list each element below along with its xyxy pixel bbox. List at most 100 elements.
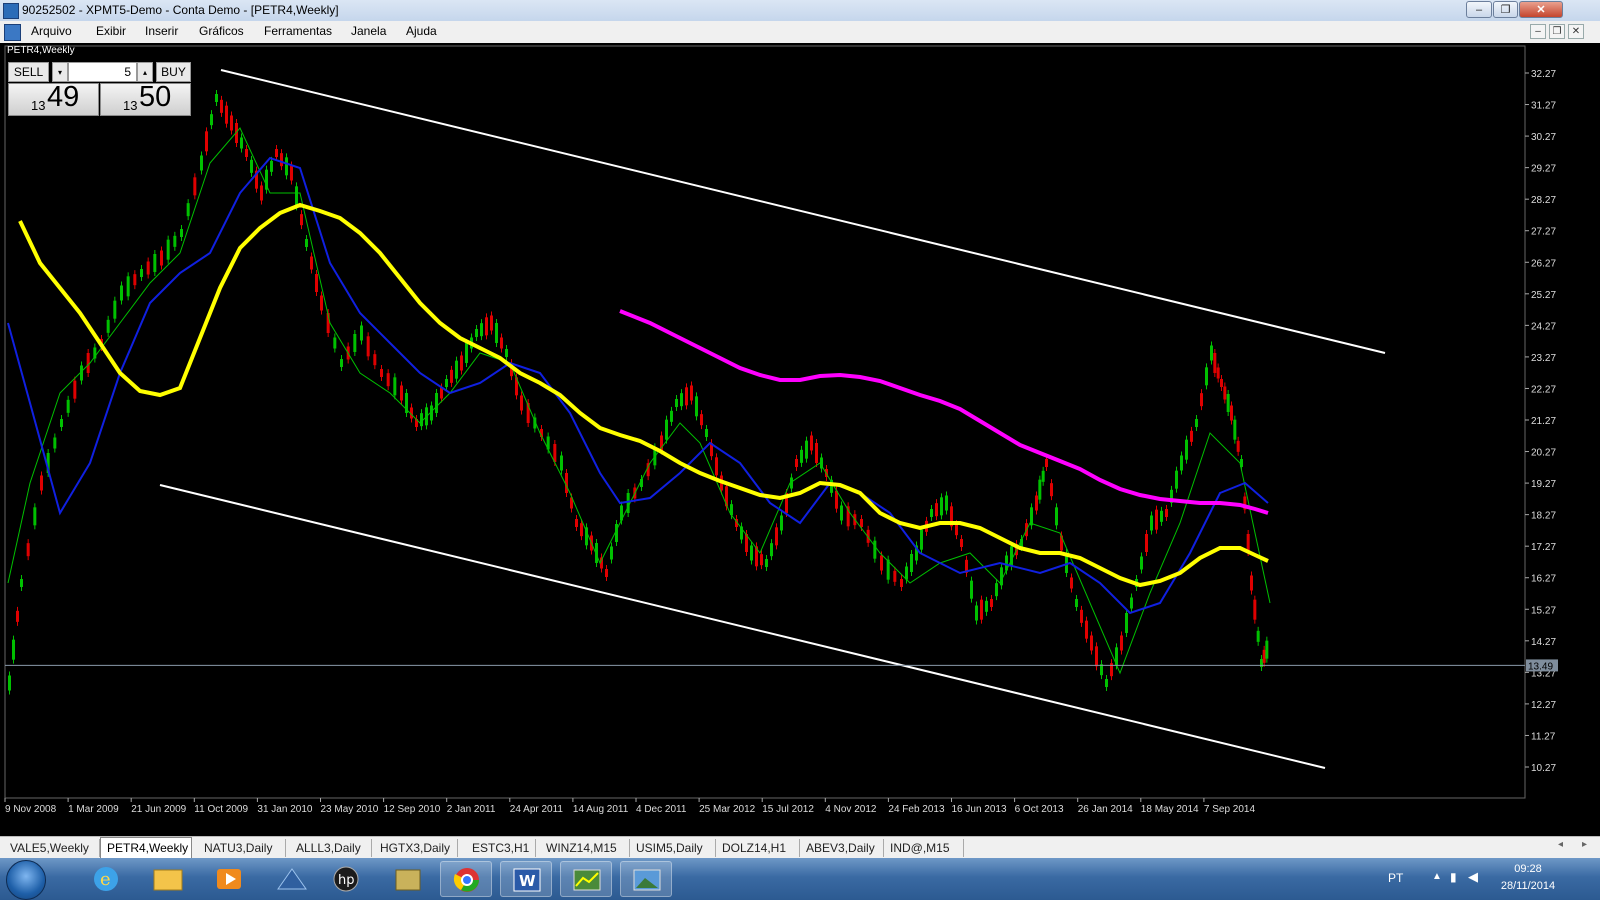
- menu-janela[interactable]: Janela: [351, 24, 386, 38]
- candle-body: [1213, 353, 1217, 373]
- candle-body: [500, 337, 503, 349]
- word-icon[interactable]: W: [500, 861, 552, 897]
- sell-button[interactable]: SELL: [8, 62, 49, 82]
- menu-ajuda[interactable]: Ajuda: [406, 24, 437, 38]
- menu-ferramentas[interactable]: Ferramentas: [264, 24, 332, 38]
- media-player-icon[interactable]: [204, 861, 256, 897]
- candle-body: [900, 579, 903, 587]
- candle-body: [1160, 510, 1163, 522]
- candle-body: [205, 131, 208, 152]
- language-indicator[interactable]: PT: [1388, 871, 1403, 885]
- price-axis-label: 24.27: [1531, 321, 1556, 332]
- clock-time[interactable]: 09:28: [1488, 863, 1568, 875]
- photo-viewer-icon[interactable]: [620, 861, 672, 897]
- candle-body: [835, 490, 838, 509]
- volume-icon[interactable]: ◀: [1468, 869, 1478, 885]
- candle-body: [1195, 419, 1198, 427]
- tab-scroll-right-icon[interactable]: ▸: [1582, 839, 1587, 850]
- price-chart[interactable]: 32.27 31.27 30.27 29.27 28.27 27.27 26.27 25.27…: [0, 43, 1600, 836]
- candles-layer: [8, 90, 1269, 695]
- tab-dolz14-h1[interactable]: DOLZ14,H1: [716, 839, 800, 857]
- svg-text:hp: hp: [338, 873, 355, 888]
- candle-body: [386, 373, 390, 387]
- date-axis-label: 4 Dec 2011: [636, 804, 687, 815]
- candle-body: [280, 153, 283, 167]
- candle-body: [1216, 367, 1220, 379]
- chrome-icon[interactable]: [440, 861, 492, 897]
- date-axis-label: 16 Jun 2013: [952, 804, 1007, 815]
- file-explorer-icon[interactable]: [142, 861, 194, 897]
- menu-graficos[interactable]: Gráficos: [199, 24, 244, 38]
- windows-start-icon[interactable]: [6, 860, 46, 900]
- candle-body: [420, 413, 423, 427]
- candle-body: [455, 360, 458, 379]
- candle-body: [366, 336, 370, 357]
- candle-body: [300, 214, 303, 226]
- candle-body: [480, 323, 483, 337]
- chart-window-icon[interactable]: [4, 24, 21, 41]
- tab-scroll-left-icon[interactable]: ◂: [1558, 839, 1563, 850]
- candle-body: [1233, 419, 1237, 440]
- candle-body: [1265, 640, 1269, 659]
- candle-body: [245, 149, 248, 157]
- candle-body: [553, 444, 557, 462]
- network-signal-icon[interactable]: ▮: [1450, 870, 1457, 884]
- price-axis-label: 17.27: [1531, 542, 1556, 553]
- ask-price-box[interactable]: 13 50: [100, 81, 191, 116]
- tab-vale5-weekly[interactable]: VALE5,Weekly: [4, 839, 100, 857]
- tab-winz14-m15[interactable]: WINZ14,M15: [540, 839, 630, 857]
- show-hidden-icons-icon[interactable]: ▲: [1432, 871, 1442, 882]
- candle-body: [680, 393, 683, 407]
- candle-body: [626, 493, 630, 513]
- maximize-button[interactable]: ❐: [1493, 1, 1518, 18]
- volume-down-button[interactable]: ▾: [52, 62, 68, 82]
- price-axis-label: 15.27: [1531, 605, 1556, 616]
- tab-usim5-daily[interactable]: USIM5,Daily: [630, 839, 716, 857]
- tab-abev3-daily[interactable]: ABEV3,Daily: [800, 839, 884, 857]
- close-button[interactable]: ✕: [1519, 1, 1563, 18]
- tab-ind-m15[interactable]: IND@,M15: [884, 839, 964, 857]
- candle-body: [285, 157, 288, 176]
- clock-date[interactable]: 28/11/2014: [1488, 880, 1568, 892]
- date-axis-label: 26 Jan 2014: [1078, 804, 1133, 815]
- bid-price-prefix: 13: [31, 98, 46, 113]
- volume-input[interactable]: 5: [68, 62, 137, 82]
- price-axis-label: 20.27: [1531, 448, 1556, 459]
- candle-body: [126, 276, 130, 297]
- price-axis-label: 31.27: [1531, 101, 1556, 112]
- mdi-restore-button[interactable]: ❐: [1549, 24, 1565, 39]
- menu-exibir[interactable]: Exibir: [96, 24, 126, 38]
- menu-arquivo[interactable]: Arquivo: [31, 24, 72, 38]
- minimize-button[interactable]: –: [1466, 1, 1492, 18]
- tab-hgtx3-daily[interactable]: HGTX3,Daily: [374, 839, 458, 857]
- volume-up-button[interactable]: ▴: [137, 62, 153, 82]
- menu-inserir[interactable]: Inserir: [145, 24, 178, 38]
- candle-body: [275, 149, 278, 157]
- candle-body: [605, 569, 608, 577]
- tab-natu3-daily[interactable]: NATU3,Daily: [198, 839, 286, 857]
- candle-body: [810, 435, 813, 451]
- network-app-icon[interactable]: [266, 861, 318, 897]
- chart-area[interactable]: 32.27 31.27 30.27 29.27 28.27 27.27 26.27 25.27…: [0, 43, 1600, 836]
- candle-body: [193, 177, 197, 196]
- price-axis-label: 12.27: [1531, 700, 1556, 711]
- buy-button[interactable]: BUY: [156, 62, 191, 82]
- tab-estc3-h1[interactable]: ESTC3,H1: [466, 839, 536, 857]
- internet-explorer-icon[interactable]: e: [80, 861, 132, 897]
- candle-body: [1200, 393, 1203, 407]
- metatrader-icon[interactable]: [560, 861, 612, 897]
- tab-petr4-weekly[interactable]: PETR4,Weekly: [100, 837, 192, 858]
- ask-price-prefix: 13: [123, 98, 138, 113]
- archive-icon[interactable]: [382, 861, 434, 897]
- hp-icon[interactable]: hp: [320, 861, 372, 897]
- current-price-label: 13.49: [1528, 661, 1553, 672]
- mdi-close-button[interactable]: ✕: [1568, 24, 1584, 39]
- bid-price-box[interactable]: 13 49: [8, 81, 99, 116]
- candle-body: [775, 527, 778, 546]
- candle-body: [225, 105, 228, 124]
- candle-body: [1155, 509, 1158, 530]
- tab-alll3-daily[interactable]: ALLL3,Daily: [290, 839, 372, 857]
- date-axis-label: 31 Jan 2010: [257, 804, 312, 815]
- candle-body: [465, 343, 468, 363]
- mdi-minimize-button[interactable]: –: [1530, 24, 1546, 39]
